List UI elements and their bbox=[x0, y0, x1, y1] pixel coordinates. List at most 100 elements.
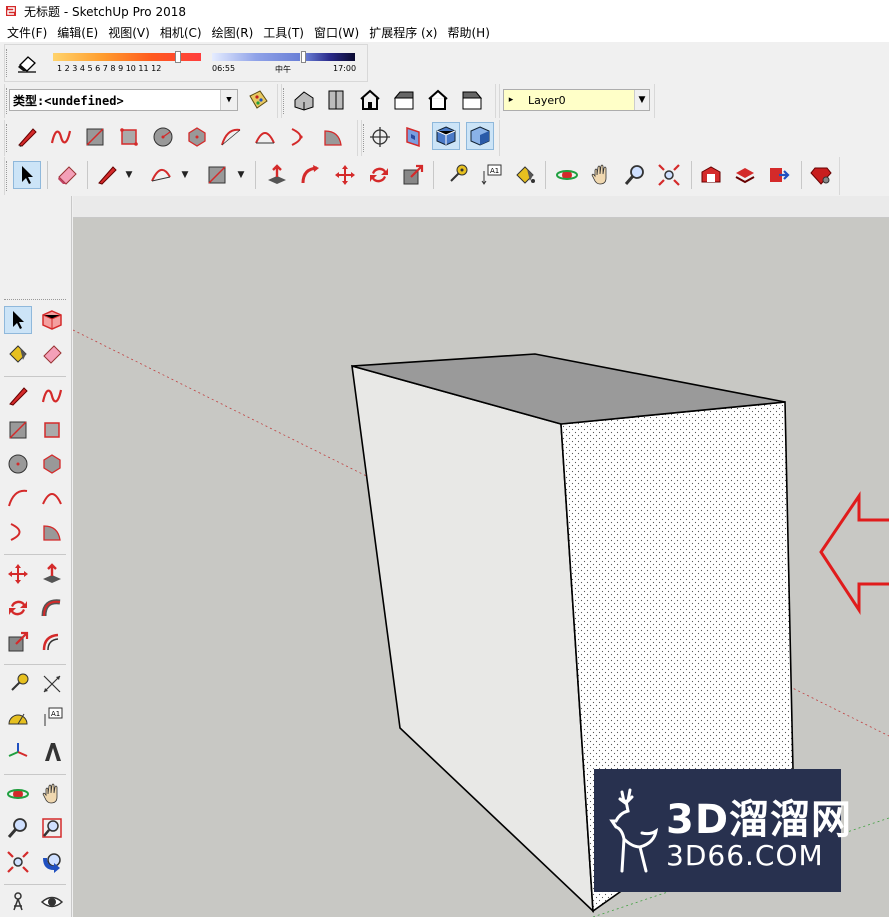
toolbar-grip[interactable] bbox=[6, 161, 9, 191]
zoom-tool[interactable] bbox=[621, 161, 649, 189]
menu-window[interactable]: 窗口(W) bbox=[311, 24, 366, 41]
select-tool[interactable] bbox=[13, 161, 41, 189]
push-pull-tool[interactable] bbox=[263, 161, 291, 189]
lt-zoom-extents-tool[interactable] bbox=[4, 848, 32, 876]
toolbar-grip[interactable] bbox=[4, 299, 66, 300]
line-tool[interactable] bbox=[13, 123, 41, 151]
lt-polygon-tool[interactable] bbox=[38, 450, 66, 478]
lt-paint-bucket-tool[interactable] bbox=[4, 340, 32, 368]
lt-freehand-tool[interactable] bbox=[38, 382, 66, 410]
scale-tool[interactable] bbox=[399, 161, 427, 189]
eraser-tool[interactable] bbox=[53, 161, 81, 189]
menu-extensions[interactable]: 扩展程序 (x) bbox=[366, 24, 444, 41]
toolbar-grip[interactable] bbox=[6, 49, 9, 77]
move-tool[interactable] bbox=[331, 161, 359, 189]
lt-pan-tool[interactable] bbox=[38, 780, 66, 808]
chevron-down-icon[interactable]: ▼ bbox=[220, 90, 237, 110]
menu-camera[interactable]: 相机(C) bbox=[157, 24, 209, 41]
chevron-down-icon[interactable]: ▼ bbox=[634, 90, 649, 110]
lt-pie-tool[interactable] bbox=[38, 518, 66, 546]
three-point-arc-tool[interactable] bbox=[285, 123, 313, 151]
xray-toggle[interactable] bbox=[432, 122, 460, 150]
menu-edit[interactable]: 编辑(E) bbox=[54, 24, 105, 41]
extension-warehouse-button[interactable] bbox=[731, 161, 759, 189]
time-slider-right[interactable] bbox=[305, 53, 355, 61]
lt-three-point-arc-tool[interactable] bbox=[4, 518, 32, 546]
lt-dimension-tool[interactable] bbox=[38, 670, 66, 698]
3d-warehouse-button[interactable] bbox=[697, 161, 725, 189]
freehand-tool[interactable] bbox=[47, 123, 75, 151]
menu-help[interactable]: 帮助(H) bbox=[444, 24, 496, 41]
time-slider-thumb[interactable] bbox=[301, 51, 306, 63]
extension-manager-button[interactable] bbox=[807, 161, 835, 189]
lt-two-point-arc-tool[interactable] bbox=[38, 484, 66, 512]
lt-select-tool[interactable] bbox=[4, 306, 32, 334]
lt-position-camera-tool[interactable] bbox=[4, 888, 32, 916]
menu-tools[interactable]: 工具(T) bbox=[260, 24, 311, 41]
arc-tool[interactable] bbox=[217, 123, 245, 151]
lt-make-component-tool[interactable] bbox=[38, 306, 66, 334]
line-tool-dropdown[interactable]: ▼ bbox=[123, 161, 135, 189]
lt-eraser-tool[interactable] bbox=[38, 340, 66, 368]
time-slider-left[interactable] bbox=[212, 53, 300, 61]
paint-bucket-tool[interactable] bbox=[511, 161, 539, 189]
entity-type-select[interactable]: 类型:<undefined> ▼ bbox=[9, 89, 238, 111]
lt-text-tool[interactable]: A1 bbox=[38, 704, 66, 732]
left-view-button[interactable] bbox=[458, 86, 486, 114]
lt-previous-view-tool[interactable] bbox=[38, 848, 66, 876]
lt-offset-tool[interactable] bbox=[38, 628, 66, 656]
orbit-tool[interactable] bbox=[553, 161, 581, 189]
text-tool[interactable]: A1 bbox=[477, 161, 505, 189]
shadow-toggle-button[interactable] bbox=[13, 49, 41, 77]
zoom-extents-tool[interactable] bbox=[655, 161, 683, 189]
pie-tool[interactable] bbox=[319, 123, 347, 151]
lt-line-tool[interactable] bbox=[4, 382, 32, 410]
lt-rectangle-tool[interactable] bbox=[4, 416, 32, 444]
lt-rotate-tool[interactable] bbox=[4, 594, 32, 622]
circle-tool[interactable] bbox=[149, 123, 177, 151]
layer-select[interactable]: ▸ Layer0 ▼ bbox=[503, 89, 650, 111]
lt-circle-tool[interactable] bbox=[4, 450, 32, 478]
toolbar-grip[interactable] bbox=[6, 124, 9, 152]
follow-me-tool[interactable] bbox=[297, 161, 325, 189]
tape-measure-tool[interactable] bbox=[443, 161, 471, 189]
pan-tool[interactable] bbox=[587, 161, 615, 189]
arc-tool-dropdown[interactable]: ▼ bbox=[179, 161, 191, 189]
lt-orbit-tool[interactable] bbox=[4, 780, 32, 808]
menu-file[interactable]: 文件(F) bbox=[4, 24, 54, 41]
share-model-button[interactable] bbox=[765, 161, 793, 189]
lt-3d-text-tool[interactable] bbox=[38, 738, 66, 766]
shape-tool-dropdown[interactable]: ▼ bbox=[235, 161, 247, 189]
box-front-face[interactable] bbox=[351, 364, 594, 913]
lt-move-tool[interactable] bbox=[4, 560, 32, 588]
top-view-button[interactable] bbox=[322, 86, 350, 114]
lt-arc-tool[interactable] bbox=[4, 484, 32, 512]
shape-tool-principal[interactable] bbox=[203, 161, 231, 189]
right-view-button[interactable] bbox=[390, 86, 418, 114]
polygon-tool[interactable] bbox=[183, 123, 211, 151]
front-view-button[interactable] bbox=[356, 86, 384, 114]
lt-scale-tool[interactable] bbox=[4, 628, 32, 656]
menu-view[interactable]: 视图(V) bbox=[105, 24, 157, 41]
arc-tool-principal[interactable] bbox=[147, 161, 175, 189]
lt-follow-me-tool[interactable] bbox=[38, 594, 66, 622]
iso-view-button[interactable] bbox=[290, 86, 318, 114]
two-point-arc-tool[interactable] bbox=[251, 123, 279, 151]
lt-protractor-tool[interactable] bbox=[4, 704, 32, 732]
section-plane-tool[interactable] bbox=[399, 123, 427, 151]
materials-button[interactable] bbox=[244, 86, 272, 114]
menu-draw[interactable]: 绘图(R) bbox=[209, 24, 261, 41]
toolbar-grip[interactable] bbox=[283, 88, 286, 114]
rotate-tool[interactable] bbox=[365, 161, 393, 189]
rectangle-tool[interactable] bbox=[81, 123, 109, 151]
rotated-rectangle-tool[interactable] bbox=[115, 123, 143, 151]
month-slider-thumb[interactable] bbox=[175, 51, 181, 63]
axes-tool[interactable] bbox=[366, 123, 394, 151]
back-edges-toggle[interactable] bbox=[466, 122, 494, 150]
line-tool-principal[interactable] bbox=[93, 161, 121, 189]
lt-rotated-rectangle-tool[interactable] bbox=[38, 416, 66, 444]
lt-zoom-tool[interactable] bbox=[4, 814, 32, 842]
back-view-button[interactable] bbox=[424, 86, 452, 114]
lt-axes-tool[interactable] bbox=[4, 738, 32, 766]
lt-look-around-tool[interactable] bbox=[38, 888, 66, 916]
